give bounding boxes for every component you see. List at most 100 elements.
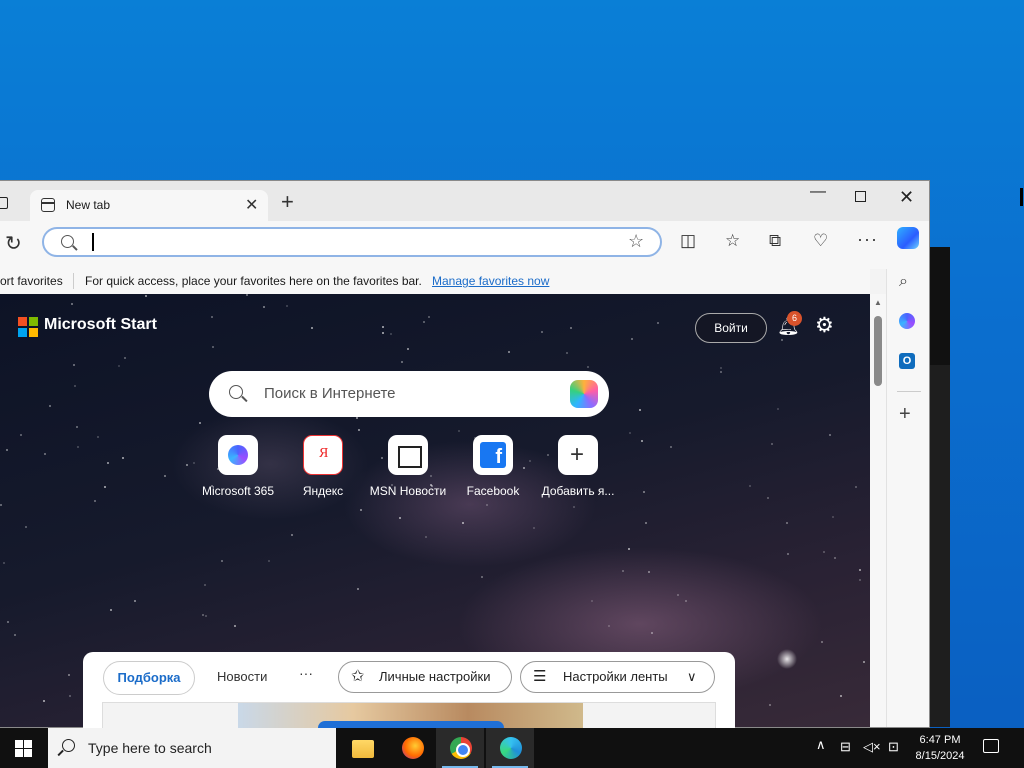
quick-link-add[interactable]: + Добавить я... — [533, 435, 623, 498]
star-dot — [263, 306, 265, 308]
star-dot — [425, 536, 427, 538]
minimize-button[interactable]: — — [810, 183, 826, 201]
scroll-thumb[interactable] — [874, 316, 882, 386]
quick-link-facebook[interactable]: f Facebook — [448, 435, 538, 498]
star-dot — [97, 436, 99, 438]
favorite-star-icon[interactable]: ☆ — [628, 231, 644, 252]
star-dot — [639, 409, 641, 411]
feed-more-icon[interactable]: ··· — [299, 665, 313, 681]
star-dot — [608, 625, 610, 627]
star-dot — [781, 339, 783, 341]
star-dot — [407, 348, 409, 350]
star-dot — [76, 426, 78, 428]
sparkle-icon: ✩ — [351, 668, 365, 685]
address-bar[interactable]: ☆ — [42, 227, 662, 257]
star-dot — [651, 632, 653, 634]
tab-new-tab[interactable]: New tab ✕ — [30, 190, 268, 221]
star-dot — [859, 579, 861, 581]
split-screen-icon[interactable]: ◫ — [680, 231, 696, 251]
copilot-icon[interactable] — [897, 227, 919, 249]
sidebar-add-icon[interactable]: + — [899, 403, 911, 426]
star-dot — [863, 661, 865, 663]
windows-start-icon[interactable] — [15, 740, 32, 757]
taskbar-search-box[interactable]: Type here to search — [48, 728, 336, 768]
edge-sidebar: ⌕ O + — [886, 269, 929, 727]
tray-chevron-up-icon[interactable]: ∧ — [816, 737, 826, 753]
edge-icon[interactable] — [486, 728, 534, 768]
tab-actions-icon[interactable] — [0, 197, 8, 209]
login-button[interactable]: Войти — [695, 313, 767, 343]
import-favorites-button[interactable]: ort favorites — [0, 274, 63, 288]
sidebar-search-icon[interactable]: ⌕ — [899, 273, 908, 291]
quick-link-yandex[interactable]: Я Яндекс — [278, 435, 368, 498]
star-dot — [25, 526, 27, 528]
copilot-search-icon[interactable] — [570, 380, 598, 408]
star-dot — [832, 516, 834, 518]
feed-tab-podborka[interactable]: Подборка — [103, 661, 195, 695]
new-tab-button[interactable]: + — [281, 191, 294, 213]
star-dot — [591, 600, 593, 602]
star-dot — [382, 332, 384, 334]
personal-settings-button[interactable]: ✩ Личные настройки — [338, 661, 512, 693]
favorites-divider — [73, 273, 74, 289]
collections-icon[interactable]: ⧉ — [769, 231, 781, 251]
star-dot — [587, 366, 589, 368]
feed-tab-news[interactable]: Новости — [217, 669, 267, 684]
web-search-box[interactable]: Поиск в Интернете — [209, 371, 609, 417]
clock[interactable]: 6:47 PM 8/15/2024 — [910, 732, 970, 764]
star-dot — [311, 327, 313, 329]
star-dot — [573, 506, 575, 508]
star-dot — [382, 326, 384, 328]
star-dot — [205, 615, 207, 617]
more-options-icon[interactable]: ··· — [857, 229, 878, 250]
search-icon — [62, 739, 75, 752]
chevron-down-icon: ∨ — [687, 669, 697, 684]
msn-news-icon — [388, 435, 428, 475]
star-dot — [118, 365, 120, 367]
outlook-icon[interactable]: O — [899, 353, 915, 369]
star-dot — [834, 557, 836, 559]
close-window-button[interactable]: ✕ — [899, 187, 914, 208]
feed-panel: Подборка Новости ··· ✩ Личные настройки … — [83, 652, 735, 732]
microsoft-logo-icon — [18, 317, 38, 337]
network-icon[interactable]: ⊟ — [840, 739, 851, 755]
taskbar: Type here to search ∧ ⊟ ◁× ⊡ 6:47 PM 8/1… — [0, 728, 1024, 768]
star-dot — [390, 333, 392, 335]
tab-close-icon[interactable]: ✕ — [245, 195, 258, 215]
star-dot — [628, 548, 630, 550]
file-explorer-icon[interactable] — [338, 728, 386, 768]
star-dot — [77, 446, 79, 448]
clock-time: 6:47 PM — [919, 734, 961, 746]
sidebar-copilot-icon[interactable] — [899, 313, 915, 329]
quick-link-microsoft-365[interactable]: Microsoft 365 — [193, 435, 283, 498]
feed-settings-button[interactable]: ☰ Настройки ленты ∨ — [520, 661, 715, 693]
star-dot — [541, 331, 543, 333]
chrome-icon[interactable] — [436, 728, 484, 768]
manage-favorites-link[interactable]: Manage favorites now — [432, 274, 549, 288]
action-center-icon[interactable] — [983, 739, 999, 753]
scroll-up-arrow-icon[interactable]: ▲ — [874, 298, 882, 307]
firefox-icon[interactable] — [388, 728, 436, 768]
star-dot — [74, 385, 76, 387]
star-dot — [246, 294, 248, 296]
star-dot — [670, 446, 672, 448]
settings-gear-icon[interactable]: ⚙ — [815, 313, 834, 338]
star-dot — [49, 405, 51, 407]
refresh-icon[interactable]: ↻ — [5, 231, 22, 256]
new-tab-icon — [41, 198, 55, 212]
favorites-icon[interactable]: ☆ — [725, 231, 740, 251]
star-dot — [68, 674, 70, 676]
tab-title: New tab — [66, 198, 111, 212]
page-scrollbar[interactable]: ▲ — [870, 294, 886, 727]
star-dot — [211, 316, 213, 318]
star-dot — [823, 551, 825, 553]
microsoft365-icon — [218, 435, 258, 475]
input-method-icon[interactable]: ⊡ — [888, 739, 899, 755]
volume-muted-icon[interactable]: ◁× — [863, 739, 881, 755]
sidebar-divider — [897, 391, 921, 392]
star-dot — [291, 534, 293, 536]
browser-essentials-icon[interactable]: ♡ — [813, 231, 828, 251]
star-dot — [14, 634, 16, 636]
quick-link-msn-news[interactable]: MSN Новости — [363, 435, 453, 498]
maximize-button[interactable] — [855, 191, 866, 202]
